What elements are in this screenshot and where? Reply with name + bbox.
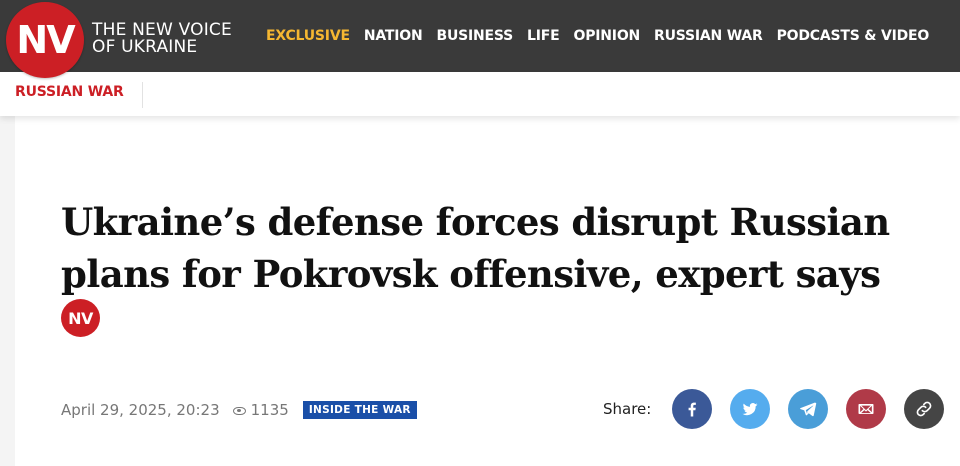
publish-date: April 29, 2025, 20:23 (61, 401, 220, 419)
section-divider (142, 82, 143, 108)
nav-item-russian-war[interactable]: RUSSIAN WAR (654, 28, 763, 44)
content-edge (0, 116, 15, 466)
site-header: NV THE NEW VOICE OF UKRAINE EXCLUSIVE NA… (0, 0, 960, 78)
facebook-icon (688, 402, 696, 417)
telegram-icon (800, 402, 817, 417)
share-label: Share: (603, 400, 652, 418)
share-telegram-button[interactable] (788, 389, 828, 429)
section-bar: RUSSIAN WAR (0, 72, 960, 116)
view-count: 1135 (232, 401, 289, 419)
share-facebook-button[interactable] (672, 389, 712, 429)
twitter-icon (742, 403, 758, 416)
nav-item-business[interactable]: BUSINESS (436, 28, 513, 44)
nv-logo[interactable]: NV (6, 2, 84, 78)
author-avatar[interactable]: NV (61, 299, 100, 337)
view-count-value: 1135 (250, 401, 289, 419)
link-icon (916, 401, 932, 417)
nav-item-life[interactable]: LIFE (527, 28, 560, 44)
share-link-button[interactable] (904, 389, 944, 429)
section-link-russian-war[interactable]: RUSSIAN WAR (15, 84, 124, 100)
site-name-line2: OF UKRAINE (92, 37, 198, 57)
article-tag[interactable]: INSIDE THE WAR (302, 401, 417, 419)
article-meta: April 29, 2025, 20:23 1135 INSIDE THE WA… (61, 400, 417, 420)
email-icon (858, 404, 874, 414)
nav-item-opinion[interactable]: OPINION (574, 28, 641, 44)
main-nav: EXCLUSIVE NATION BUSINESS LIFE OPINION R… (266, 0, 943, 72)
share-twitter-button[interactable] (730, 389, 770, 429)
share-email-button[interactable] (846, 389, 886, 429)
article-headline: Ukraine’s defense forces disrupt Russian… (61, 200, 890, 296)
site-name[interactable]: THE NEW VOICE OF UKRAINE (92, 22, 232, 56)
eye-icon (232, 407, 246, 415)
nav-item-nation[interactable]: NATION (364, 28, 423, 44)
nav-item-podcasts-video[interactable]: PODCASTS & VIDEO (777, 28, 930, 44)
nav-item-exclusive[interactable]: EXCLUSIVE (266, 28, 350, 44)
